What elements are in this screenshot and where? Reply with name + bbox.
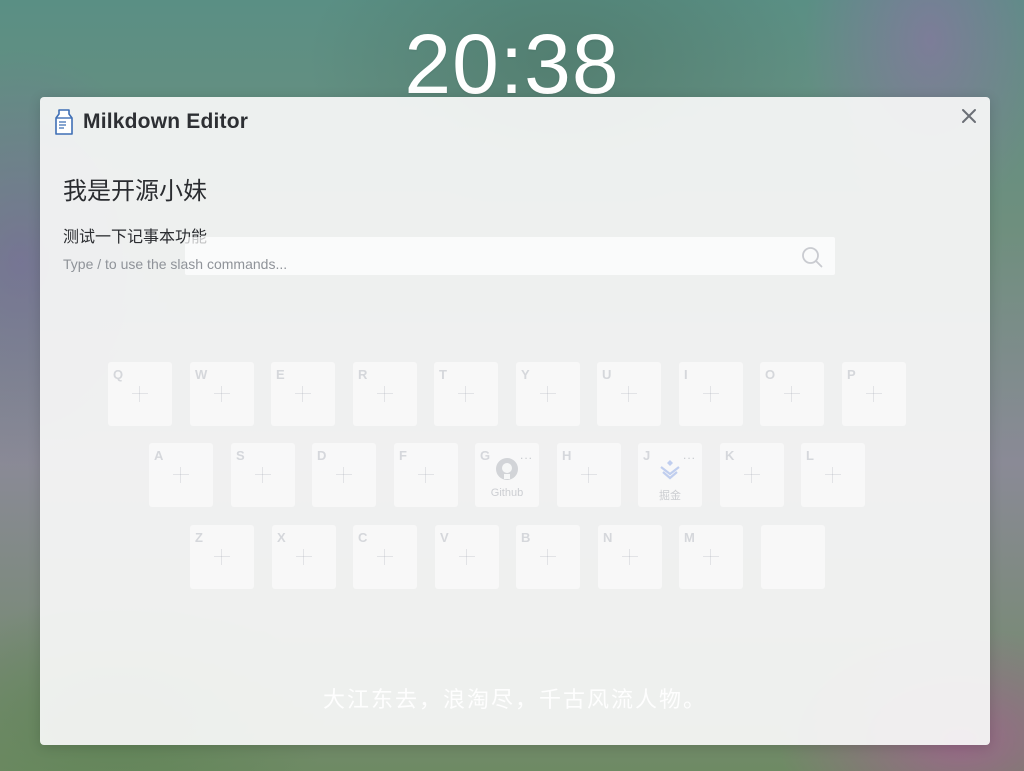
key-letter: R — [358, 367, 368, 382]
key-y[interactable]: Y — [516, 362, 580, 426]
key-a[interactable]: A — [149, 443, 213, 507]
plus-icon — [377, 549, 393, 565]
plus-icon — [214, 386, 230, 402]
key-e[interactable]: E — [271, 362, 335, 426]
key-letter: L — [806, 448, 814, 463]
key-letter: D — [317, 448, 327, 463]
plus-icon — [296, 549, 312, 565]
key-blank[interactable] — [761, 525, 825, 589]
key-letter: B — [521, 530, 531, 545]
key-x[interactable]: X — [272, 525, 336, 589]
key-letter: M — [684, 530, 695, 545]
search-icon[interactable] — [801, 246, 823, 268]
key-menu-dots[interactable]: ... — [683, 448, 696, 462]
key-letter: F — [399, 448, 407, 463]
key-letter: A — [154, 448, 164, 463]
close-icon — [962, 109, 976, 123]
key-o[interactable]: O — [760, 362, 824, 426]
key-letter: E — [276, 367, 285, 382]
quote-text: 大江东去，浪淘尽，千古风流人物。 — [322, 688, 707, 713]
key-j[interactable]: J... 掘金 — [638, 443, 702, 507]
milk-carton-icon — [55, 109, 73, 135]
plus-icon — [581, 467, 597, 483]
key-s[interactable]: S — [231, 443, 295, 507]
plus-icon — [621, 386, 637, 402]
key-letter: G — [480, 448, 491, 463]
key-caption: Github — [490, 487, 524, 499]
key-letter: Q — [113, 367, 124, 382]
key-caption: 掘金 — [659, 490, 681, 502]
key-letter: W — [195, 367, 208, 382]
editor-window: Milkdown Editor 我是开源小妹 测试一下记事本功能 Type / … — [40, 97, 990, 745]
plus-icon — [622, 549, 638, 565]
key-d[interactable]: D — [312, 443, 376, 507]
key-letter: T — [439, 367, 447, 382]
key-v[interactable]: V — [435, 525, 499, 589]
plus-icon — [744, 467, 760, 483]
key-letter: H — [562, 448, 572, 463]
key-letter: P — [847, 367, 856, 382]
plus-icon — [418, 467, 434, 483]
juejin-icon — [660, 460, 680, 480]
key-w[interactable]: W — [190, 362, 254, 426]
plus-icon — [458, 386, 474, 402]
plus-icon — [540, 386, 556, 402]
plus-icon — [214, 549, 230, 565]
key-c[interactable]: C — [353, 525, 417, 589]
key-p[interactable]: P — [842, 362, 906, 426]
plus-icon — [132, 386, 148, 402]
plus-icon — [377, 386, 393, 402]
key-z[interactable]: Z — [190, 525, 254, 589]
key-k[interactable]: K — [720, 443, 784, 507]
editor-placeholder[interactable]: Type / to use the slash commands... — [63, 256, 287, 272]
plus-icon — [255, 467, 271, 483]
key-l[interactable]: L — [801, 443, 865, 507]
key-letter: N — [603, 530, 613, 545]
window-titlebar: Milkdown Editor — [54, 107, 248, 137]
key-letter: K — [725, 448, 735, 463]
plus-icon — [703, 386, 719, 402]
key-f[interactable]: F — [394, 443, 458, 507]
key-n[interactable]: N — [598, 525, 662, 589]
key-letter: V — [440, 530, 449, 545]
plus-icon — [703, 549, 719, 565]
key-letter: X — [277, 530, 286, 545]
plus-icon — [173, 467, 189, 483]
key-letter: Z — [195, 530, 203, 545]
plus-icon — [866, 386, 882, 402]
plus-icon — [784, 386, 800, 402]
key-i[interactable]: I — [679, 362, 743, 426]
key-h[interactable]: H — [557, 443, 621, 507]
key-u[interactable]: U — [597, 362, 661, 426]
window-title: Milkdown Editor — [83, 110, 249, 133]
key-g[interactable]: G... Github — [475, 443, 539, 507]
key-letter: I — [684, 367, 688, 382]
key-r[interactable]: R — [353, 362, 417, 426]
github-icon — [496, 458, 518, 480]
plus-icon — [825, 467, 841, 483]
key-m[interactable]: M — [679, 525, 743, 589]
close-button[interactable] — [958, 105, 980, 127]
plus-icon — [459, 549, 475, 565]
key-letter: J — [643, 448, 651, 463]
plus-icon — [295, 386, 311, 402]
plus-icon — [540, 549, 556, 565]
key-letter: U — [602, 367, 612, 382]
plus-icon — [336, 467, 352, 483]
key-menu-dots[interactable]: ... — [520, 448, 533, 462]
key-letter: O — [765, 367, 776, 382]
key-b[interactable]: B — [516, 525, 580, 589]
key-letter: C — [358, 530, 368, 545]
key-letter: Y — [521, 367, 530, 382]
editor-heading[interactable]: 我是开源小妹 — [63, 171, 207, 206]
key-q[interactable]: Q — [108, 362, 172, 426]
key-letter: S — [236, 448, 245, 463]
key-t[interactable]: T — [434, 362, 498, 426]
